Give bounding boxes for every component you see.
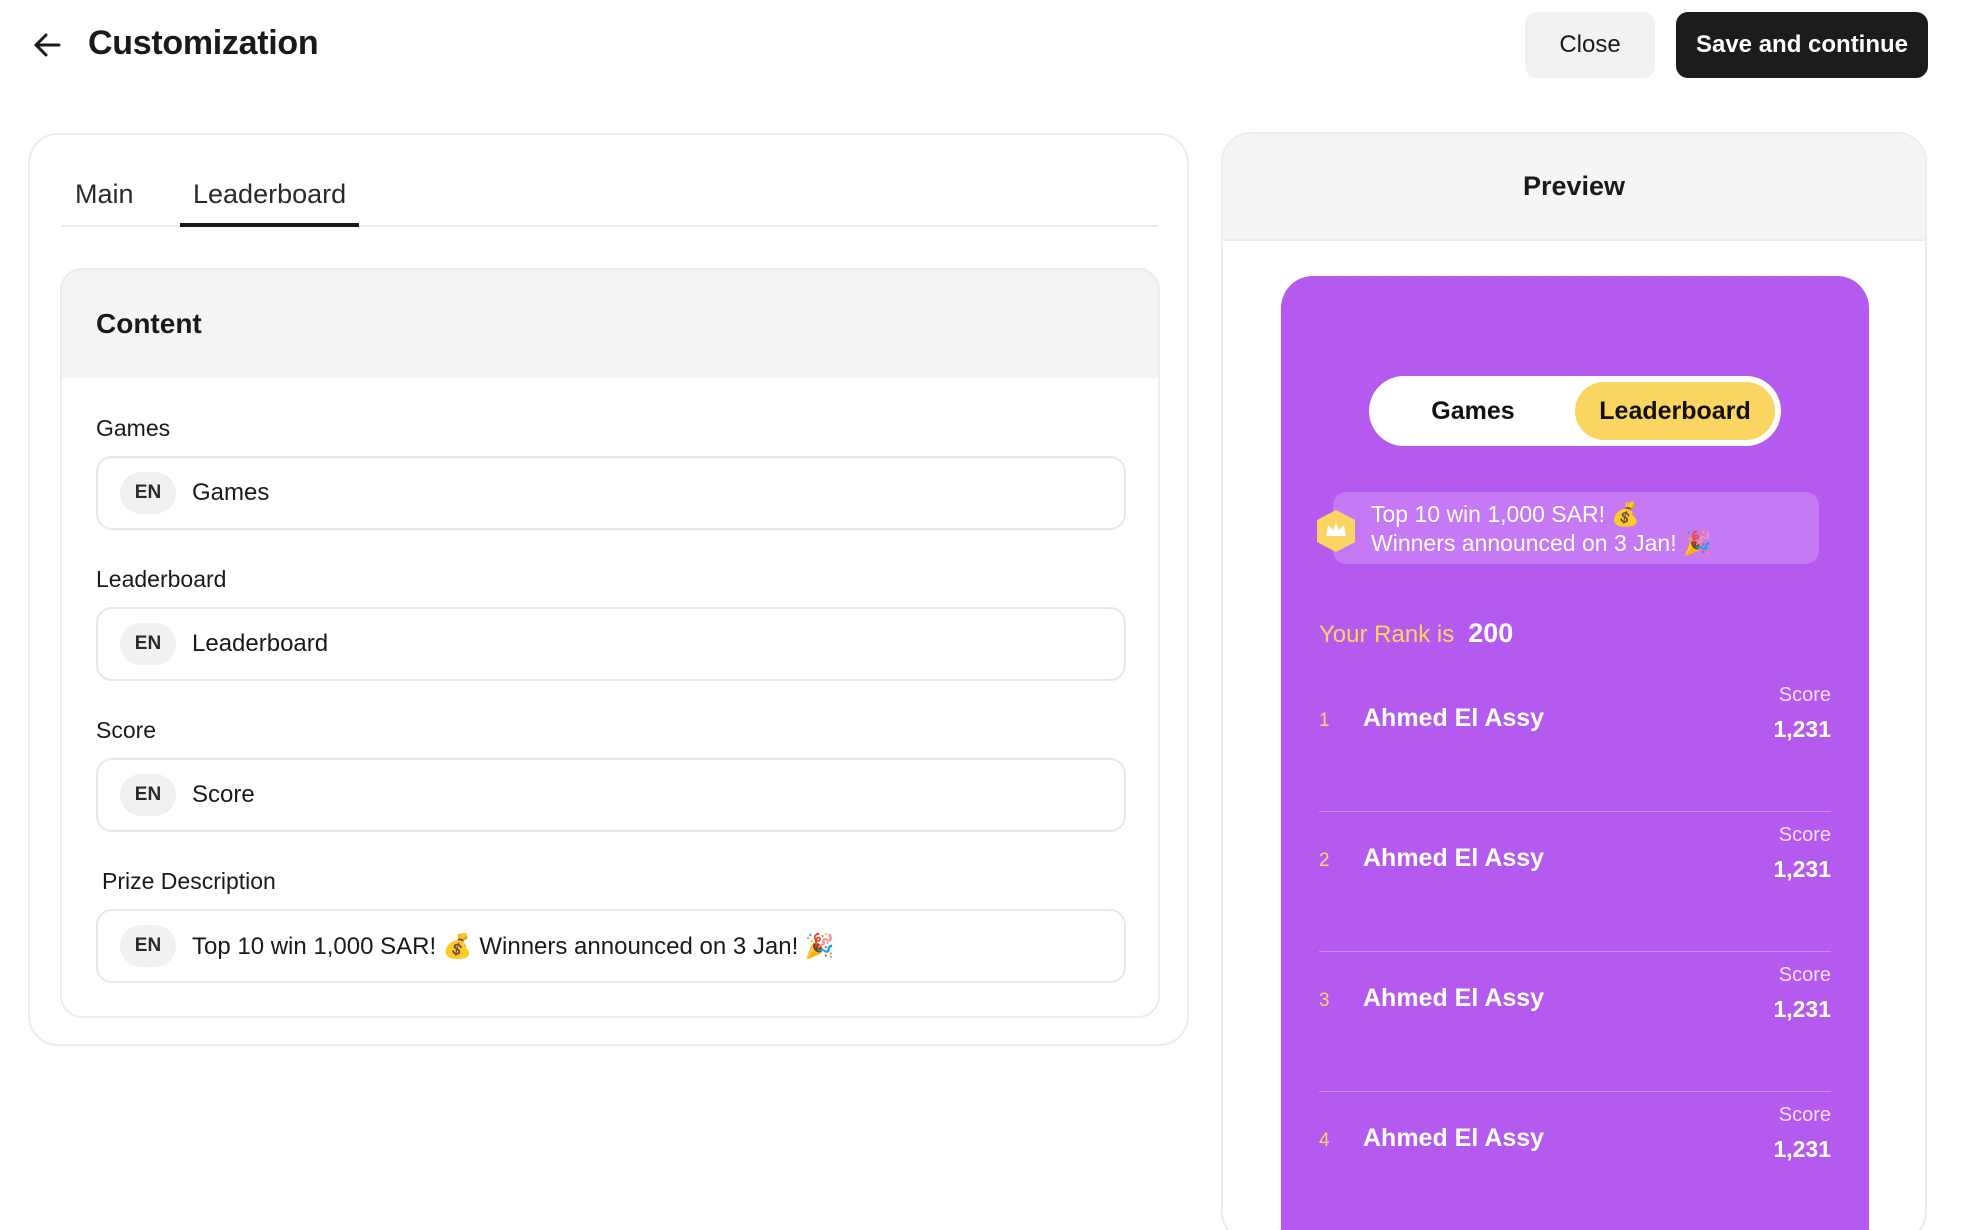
- prize-description-input[interactable]: EN Top 10 win 1,000 SAR! 💰 Winners annou…: [96, 909, 1126, 983]
- crown-icon: [1317, 510, 1355, 552]
- row-score-value: 1,231: [1773, 1136, 1831, 1162]
- tab-bar: Main Leaderboard: [62, 175, 1158, 227]
- leaderboard-input-value: Leaderboard: [192, 630, 329, 657]
- leaderboard-row: 1 Ahmed El Assy Score 1,231: [1319, 672, 1831, 812]
- toggle-leaderboard[interactable]: Leaderboard: [1575, 382, 1775, 440]
- row-position: 3: [1319, 990, 1330, 1011]
- score-input[interactable]: EN Score: [96, 758, 1126, 832]
- leaderboard-row: 4 Ahmed El Assy Score 1,231: [1319, 1092, 1831, 1230]
- games-field-label: Games: [96, 415, 171, 441]
- back-button[interactable]: [28, 26, 66, 64]
- score-input-value: Score: [192, 781, 255, 808]
- preview-header: Preview: [1223, 134, 1925, 241]
- editor-panel: Main Leaderboard Content Games EN Games …: [28, 133, 1189, 1046]
- prize-line-1: Top 10 win 1,000 SAR! 💰: [1371, 501, 1641, 527]
- lang-badge: EN: [120, 472, 176, 514]
- your-rank: Your Rank is 200: [1319, 618, 1513, 649]
- content-section: Content Games EN Games Leaderboard EN Le…: [60, 268, 1160, 1018]
- score-field-label: Score: [96, 717, 157, 743]
- section-header: Content: [62, 270, 1158, 378]
- leaderboard-input[interactable]: EN Leaderboard: [96, 607, 1126, 681]
- row-score-value: 1,231: [1773, 856, 1831, 882]
- lang-badge: EN: [120, 774, 176, 816]
- preview-title: Preview: [1522, 171, 1626, 201]
- row-score-label: Score: [1778, 684, 1831, 706]
- row-player-name: Ahmed El Assy: [1363, 704, 1545, 732]
- toggle-games[interactable]: Games: [1375, 382, 1571, 440]
- section-title: Content: [96, 308, 202, 339]
- row-score-label: Score: [1778, 964, 1831, 986]
- row-score-label: Score: [1778, 824, 1831, 846]
- close-button[interactable]: Close: [1525, 12, 1655, 78]
- page-title: Customization: [88, 24, 319, 62]
- leaderboard-row: 2 Ahmed El Assy Score 1,231: [1319, 812, 1831, 952]
- games-input-value: Games: [192, 479, 270, 506]
- tab-main[interactable]: Main: [62, 175, 147, 227]
- row-position: 1: [1319, 710, 1330, 731]
- tab-leaderboard[interactable]: Leaderboard: [180, 175, 360, 227]
- arrow-left-icon: [34, 33, 61, 57]
- row-score-value: 1,231: [1773, 996, 1831, 1022]
- games-leaderboard-toggle: Games Leaderboard: [1369, 376, 1781, 446]
- row-score-value: 1,231: [1773, 716, 1831, 742]
- prize-description-input-value: Top 10 win 1,000 SAR! 💰 Winners announce…: [192, 932, 835, 960]
- prize-text: Top 10 win 1,000 SAR! 💰 Winners announce…: [1371, 500, 1712, 558]
- row-player-name: Ahmed El Assy: [1363, 984, 1545, 1012]
- lang-badge: EN: [120, 623, 176, 665]
- row-position: 2: [1319, 850, 1330, 871]
- row-player-name: Ahmed El Assy: [1363, 1124, 1545, 1152]
- prize-description-field-label: Prize Description: [102, 868, 276, 894]
- rank-label: Your Rank is: [1319, 621, 1455, 648]
- games-input[interactable]: EN Games: [96, 456, 1126, 530]
- save-and-continue-button[interactable]: Save and continue: [1676, 12, 1928, 78]
- lang-badge: EN: [120, 925, 176, 967]
- preview-panel: Preview Games Leaderboard Top 10 win 1,0…: [1221, 132, 1927, 1230]
- leaderboard-field-label: Leaderboard: [96, 566, 227, 592]
- leaderboard-row: 3 Ahmed El Assy Score 1,231: [1319, 952, 1831, 1092]
- row-score-label: Score: [1778, 1104, 1831, 1126]
- row-position: 4: [1319, 1130, 1330, 1151]
- prize-line-2: Winners announced on 3 Jan! 🎉: [1371, 530, 1712, 556]
- row-player-name: Ahmed El Assy: [1363, 844, 1545, 872]
- leaderboard-preview-screen: Games Leaderboard Top 10 win 1,000 SAR! …: [1281, 276, 1869, 1230]
- rank-value: 200: [1468, 618, 1514, 648]
- page-header: Customization Close Save and continue: [0, 0, 1964, 92]
